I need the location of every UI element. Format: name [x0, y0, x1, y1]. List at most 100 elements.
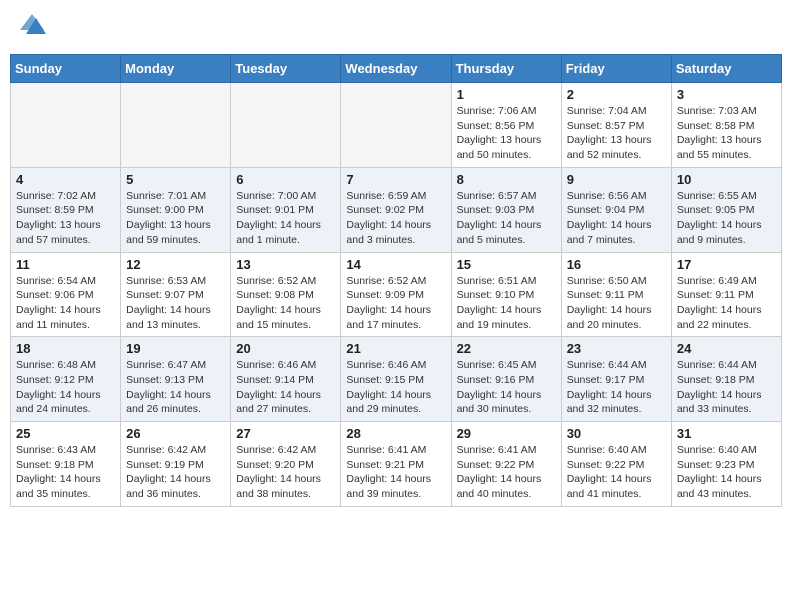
day-info: Sunrise: 6:42 AMSunset: 9:20 PMDaylight:… — [236, 443, 335, 502]
calendar-cell: 18 Sunrise: 6:48 AMSunset: 9:12 PMDayligh… — [11, 337, 121, 422]
calendar-table: SundayMondayTuesdayWednesdayThursdayFrid… — [10, 54, 782, 507]
day-info: Sunrise: 6:44 AMSunset: 9:17 PMDaylight:… — [567, 358, 666, 417]
day-info: Sunrise: 7:00 AMSunset: 9:01 PMDaylight:… — [236, 189, 335, 248]
calendar-cell: 27 Sunrise: 6:42 AMSunset: 9:20 PMDayligh… — [231, 422, 341, 507]
calendar-header-row: SundayMondayTuesdayWednesdayThursdayFrid… — [11, 55, 782, 83]
calendar-cell — [121, 83, 231, 168]
day-info: Sunrise: 6:40 AMSunset: 9:23 PMDaylight:… — [677, 443, 776, 502]
day-info: Sunrise: 6:46 AMSunset: 9:15 PMDaylight:… — [346, 358, 445, 417]
day-info: Sunrise: 6:53 AMSunset: 9:07 PMDaylight:… — [126, 274, 225, 333]
calendar-cell: 28Sunrise: 6:41 AMSunset: 9:21 PMDayligh… — [341, 422, 451, 507]
day-number: 1 — [457, 87, 556, 102]
calendar-cell: 15 Sunrise: 6:51 AMSunset: 9:10 PMDayligh… — [451, 252, 561, 337]
calendar-cell: 11 Sunrise: 6:54 AMSunset: 9:06 PMDayligh… — [11, 252, 121, 337]
calendar-cell: 23 Sunrise: 6:44 AMSunset: 9:17 PMDayligh… — [561, 337, 671, 422]
day-info: Sunrise: 6:52 AMSunset: 9:08 PMDaylight:… — [236, 274, 335, 333]
calendar-cell: 7 Sunrise: 6:59 AMSunset: 9:02 PMDaylight… — [341, 167, 451, 252]
calendar-cell: 17Sunrise: 6:49 AMSunset: 9:11 PMDayligh… — [671, 252, 781, 337]
calendar-cell: 25 Sunrise: 6:43 AMSunset: 9:18 PMDayligh… — [11, 422, 121, 507]
day-info: Sunrise: 6:46 AMSunset: 9:14 PMDaylight:… — [236, 358, 335, 417]
day-info: Sunrise: 6:52 AMSunset: 9:09 PMDaylight:… — [346, 274, 445, 333]
calendar-cell: 3Sunrise: 7:03 AMSunset: 8:58 PMDaylight… — [671, 83, 781, 168]
day-number: 23 — [567, 341, 666, 356]
day-number: 2 — [567, 87, 666, 102]
day-number: 18 — [16, 341, 115, 356]
calendar-cell: 13 Sunrise: 6:52 AMSunset: 9:08 PMDayligh… — [231, 252, 341, 337]
day-number: 12 — [126, 257, 225, 272]
day-info: Sunrise: 6:57 AMSunset: 9:03 PMDaylight:… — [457, 189, 556, 248]
calendar-cell: 4 Sunrise: 7:02 AMSunset: 8:59 PMDaylight… — [11, 167, 121, 252]
day-info: Sunrise: 6:40 AMSunset: 9:22 PMDaylight:… — [567, 443, 666, 502]
day-number: 30 — [567, 426, 666, 441]
logo — [18, 14, 50, 42]
day-number: 10 — [677, 172, 776, 187]
day-number: 3 — [677, 87, 776, 102]
day-number: 4 — [16, 172, 115, 187]
calendar-week-row: 18 Sunrise: 6:48 AMSunset: 9:12 PMDayligh… — [11, 337, 782, 422]
calendar-cell: 21 Sunrise: 6:46 AMSunset: 9:15 PMDayligh… — [341, 337, 451, 422]
day-number: 14 — [346, 257, 445, 272]
calendar-cell: 24 Sunrise: 6:44 AMSunset: 9:18 PMDayligh… — [671, 337, 781, 422]
calendar-cell: 16Sunrise: 6:50 AMSunset: 9:11 PMDayligh… — [561, 252, 671, 337]
calendar-cell — [341, 83, 451, 168]
day-number: 29 — [457, 426, 556, 441]
day-info: Sunrise: 6:44 AMSunset: 9:18 PMDaylight:… — [677, 358, 776, 417]
day-number: 22 — [457, 341, 556, 356]
header-sunday: Sunday — [11, 55, 121, 83]
day-info: Sunrise: 6:59 AMSunset: 9:02 PMDaylight:… — [346, 189, 445, 248]
day-info: Sunrise: 6:50 AMSunset: 9:11 PMDaylight:… — [567, 274, 666, 333]
day-info: Sunrise: 6:55 AMSunset: 9:05 PMDaylight:… — [677, 189, 776, 248]
calendar-cell — [11, 83, 121, 168]
calendar-cell: 19 Sunrise: 6:47 AMSunset: 9:13 PMDayligh… — [121, 337, 231, 422]
calendar-cell: 29 Sunrise: 6:41 AMSunset: 9:22 PMDayligh… — [451, 422, 561, 507]
day-info: Sunrise: 7:01 AMSunset: 9:00 PMDaylight:… — [126, 189, 225, 248]
day-number: 6 — [236, 172, 335, 187]
calendar-cell: 30 Sunrise: 6:40 AMSunset: 9:22 PMDayligh… — [561, 422, 671, 507]
day-info: Sunrise: 6:45 AMSunset: 9:16 PMDaylight:… — [457, 358, 556, 417]
day-info: Sunrise: 6:54 AMSunset: 9:06 PMDaylight:… — [16, 274, 115, 333]
day-number: 31 — [677, 426, 776, 441]
calendar-cell — [231, 83, 341, 168]
calendar-cell: 14 Sunrise: 6:52 AMSunset: 9:09 PMDayligh… — [341, 252, 451, 337]
calendar-cell: 8Sunrise: 6:57 AMSunset: 9:03 PMDaylight… — [451, 167, 561, 252]
day-number: 15 — [457, 257, 556, 272]
header-thursday: Thursday — [451, 55, 561, 83]
day-info: Sunrise: 6:42 AMSunset: 9:19 PMDaylight:… — [126, 443, 225, 502]
day-number: 11 — [16, 257, 115, 272]
header-saturday: Saturday — [671, 55, 781, 83]
day-number: 7 — [346, 172, 445, 187]
day-info: Sunrise: 6:43 AMSunset: 9:18 PMDaylight:… — [16, 443, 115, 502]
day-info: Sunrise: 6:48 AMSunset: 9:12 PMDaylight:… — [16, 358, 115, 417]
day-info: Sunrise: 6:56 AMSunset: 9:04 PMDaylight:… — [567, 189, 666, 248]
calendar-cell: 9Sunrise: 6:56 AMSunset: 9:04 PMDaylight… — [561, 167, 671, 252]
day-number: 25 — [16, 426, 115, 441]
calendar-cell: 10 Sunrise: 6:55 AMSunset: 9:05 PMDayligh… — [671, 167, 781, 252]
day-number: 21 — [346, 341, 445, 356]
day-number: 13 — [236, 257, 335, 272]
calendar-cell: 20 Sunrise: 6:46 AMSunset: 9:14 PMDayligh… — [231, 337, 341, 422]
header-wednesday: Wednesday — [341, 55, 451, 83]
calendar-week-row: 25 Sunrise: 6:43 AMSunset: 9:18 PMDayligh… — [11, 422, 782, 507]
header-monday: Monday — [121, 55, 231, 83]
calendar-cell: 1Sunrise: 7:06 AMSunset: 8:56 PMDaylight… — [451, 83, 561, 168]
day-number: 5 — [126, 172, 225, 187]
day-number: 24 — [677, 341, 776, 356]
logo-icon — [18, 10, 46, 38]
day-number: 28 — [346, 426, 445, 441]
calendar-cell: 26 Sunrise: 6:42 AMSunset: 9:19 PMDayligh… — [121, 422, 231, 507]
calendar-cell: 6 Sunrise: 7:00 AMSunset: 9:01 PMDaylight… — [231, 167, 341, 252]
day-info: Sunrise: 6:51 AMSunset: 9:10 PMDaylight:… — [457, 274, 556, 333]
calendar-cell: 31 Sunrise: 6:40 AMSunset: 9:23 PMDayligh… — [671, 422, 781, 507]
day-number: 19 — [126, 341, 225, 356]
calendar-cell: 12 Sunrise: 6:53 AMSunset: 9:07 PMDayligh… — [121, 252, 231, 337]
day-number: 17 — [677, 257, 776, 272]
day-number: 26 — [126, 426, 225, 441]
day-info: Sunrise: 6:41 AMSunset: 9:22 PMDaylight:… — [457, 443, 556, 502]
day-number: 20 — [236, 341, 335, 356]
day-info: Sunrise: 7:02 AMSunset: 8:59 PMDaylight:… — [16, 189, 115, 248]
calendar-week-row: 11 Sunrise: 6:54 AMSunset: 9:06 PMDayligh… — [11, 252, 782, 337]
day-info: Sunrise: 6:47 AMSunset: 9:13 PMDaylight:… — [126, 358, 225, 417]
day-number: 27 — [236, 426, 335, 441]
header-tuesday: Tuesday — [231, 55, 341, 83]
calendar-week-row: 4 Sunrise: 7:02 AMSunset: 8:59 PMDaylight… — [11, 167, 782, 252]
